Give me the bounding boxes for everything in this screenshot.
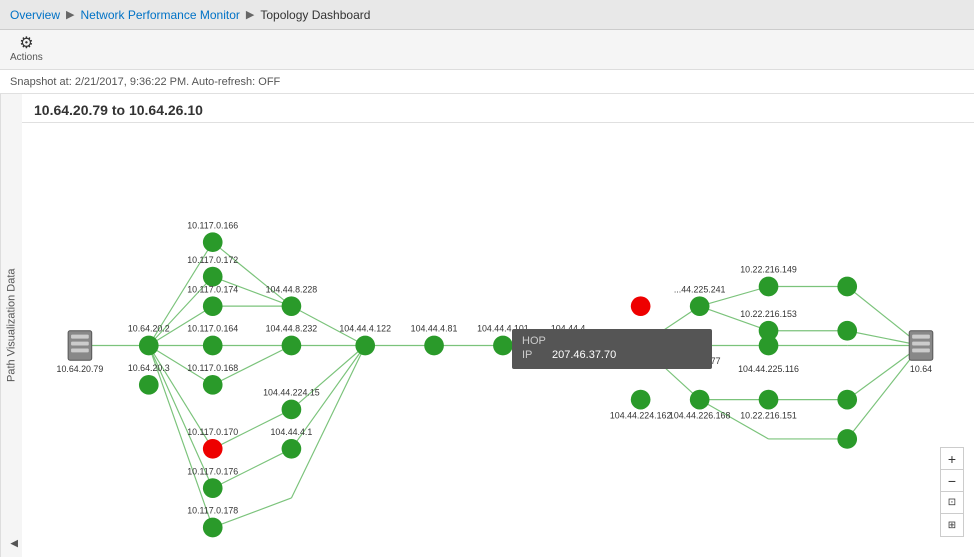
node-104426168[interactable] (690, 390, 710, 410)
breadcrumb-npm[interactable]: Network Performance Monitor (80, 8, 239, 22)
node-10444422415[interactable] (282, 400, 302, 420)
node-10444481[interactable] (424, 336, 444, 356)
svg-text:10.117.0.178: 10.117.0.178 (187, 506, 238, 516)
node-104225116[interactable] (759, 336, 779, 356)
svg-text:10.117.0.168: 10.117.0.168 (187, 363, 238, 373)
node-1064203[interactable] (139, 375, 159, 395)
svg-text:10.117.0.164: 10.117.0.164 (187, 324, 238, 334)
node-10117176[interactable] (203, 478, 223, 498)
actions-label: Actions (10, 52, 43, 63)
sidebar-arrow: ▶ (10, 538, 18, 549)
svg-text:10.64.20.3: 10.64.20.3 (128, 363, 170, 373)
node-1044441[interactable] (282, 439, 302, 459)
svg-text:104.44.4.122: 104.44.4.122 (339, 324, 391, 334)
breadcrumb-sep-1: ▶ (66, 8, 74, 21)
node-1044638[interactable] (690, 336, 710, 356)
svg-text:104.44.4...: 104.44.4... (551, 324, 593, 334)
node-10444[interactable] (562, 336, 582, 356)
actions-icon: ⚙ (19, 36, 33, 52)
node-10117164[interactable] (203, 336, 223, 356)
zoom-fit-button[interactable]: ⊞ (941, 514, 963, 536)
actions-button[interactable]: ⚙ Actions (10, 36, 43, 63)
node-tooltip-target[interactable] (631, 336, 651, 356)
svg-text:104.44.226.168: 104.44.226.168 (669, 410, 731, 420)
node-10117170-red[interactable] (203, 439, 223, 459)
node-104444122[interactable] (355, 336, 375, 356)
node-104444101[interactable] (493, 336, 513, 356)
toolbar: ⚙ Actions (0, 30, 974, 70)
node-far3[interactable] (837, 390, 857, 410)
node-far1[interactable] (837, 277, 857, 297)
svg-text:104.44.8.228: 104.44.8.228 (266, 284, 318, 294)
node-104448228[interactable] (282, 296, 302, 316)
node-10117174[interactable] (203, 296, 223, 316)
svg-text:104.44.4.81: 104.44.4.81 (411, 324, 458, 334)
svg-text:104.44.8.232: 104.44.8.232 (266, 324, 318, 334)
svg-text:104.44.224.15: 104.44.224.15 (263, 388, 320, 398)
svg-text:10.22.216.151: 10.22.216.151 (740, 410, 797, 420)
panel-title: 10.64.20.79 to 10.64.26.10 (22, 94, 974, 123)
topology-panel: 10.64.20.79 to 10.64.26.10 (22, 94, 974, 557)
node-red-right[interactable] (631, 296, 651, 316)
main-content: ▶ Path Visualization Data 10.64.20.79 to… (0, 94, 974, 557)
breadcrumb-bar: Overview ▶ Network Performance Monitor ▶… (0, 0, 974, 30)
node-104448232[interactable] (282, 336, 302, 356)
svg-text:104.44.4.101: 104.44.4.101 (477, 324, 529, 334)
node-1064202[interactable] (139, 336, 159, 356)
node-1022216151[interactable] (759, 390, 779, 410)
graph-area[interactable]: 10.64.20.79 10.117.0.166 10.117.0.172 10… (22, 134, 974, 557)
svg-text:10.117.0.174: 10.117.0.174 (187, 284, 238, 294)
svg-text:10.117.0.166: 10.117.0.166 (187, 220, 238, 230)
node-end[interactable]: 10.64 (909, 331, 933, 374)
svg-text:...44.225.241: ...44.225.241 (674, 284, 726, 294)
snapshot-bar: Snapshot at: 2/21/2017, 9:36:22 PM. Auto… (0, 70, 974, 94)
snapshot-text: Snapshot at: 2/21/2017, 9:36:22 PM. Auto… (10, 76, 280, 88)
svg-text:10.22.216.149: 10.22.216.149 (740, 265, 797, 275)
svg-text:10.64: 10.64 (910, 364, 932, 374)
svg-text:10.64.20.2: 10.64.20.2 (128, 324, 170, 334)
node-104225241[interactable] (690, 296, 710, 316)
svg-text:10.117.0.170: 10.117.0.170 (187, 427, 238, 437)
zoom-reset-button[interactable]: ⊡ (941, 492, 963, 514)
svg-text:10.22.216.153: 10.22.216.153 (740, 309, 797, 319)
svg-text:104.44.225.116: 104.44.225.116 (738, 364, 799, 374)
breadcrumb-current: Topology Dashboard (260, 8, 370, 22)
svg-text:104.44.4.1: 104.44.4.1 (271, 427, 313, 437)
node-far2[interactable] (837, 321, 857, 341)
node-10117178[interactable] (203, 518, 223, 538)
svg-text:10.117.0.176: 10.117.0.176 (187, 466, 238, 476)
zoom-in-button[interactable]: + (941, 448, 963, 470)
breadcrumb-overview[interactable]: Overview (10, 8, 60, 22)
svg-text:10.64.20.79: 10.64.20.79 (57, 364, 104, 374)
sidebar-label-text: Path Visualization Data (6, 269, 18, 383)
breadcrumb-sep-2: ▶ (246, 8, 254, 21)
svg-text:10.117.0.172: 10.117.0.172 (187, 255, 238, 265)
node-10117166[interactable] (203, 232, 223, 252)
topology-svg: 10.64.20.79 10.117.0.166 10.117.0.172 10… (22, 134, 974, 557)
svg-text:104.44.224.162: 104.44.224.162 (610, 410, 672, 420)
node-104442162[interactable] (631, 390, 651, 410)
node-10117168[interactable] (203, 375, 223, 395)
zoom-out-button[interactable]: − (941, 470, 963, 492)
path-visualization-sidebar[interactable]: ▶ Path Visualization Data (0, 94, 22, 557)
zoom-controls: + − ⊡ ⊞ (940, 447, 964, 537)
node-start[interactable]: 10.64.20.79 (57, 331, 104, 374)
svg-text:...46.38.77: ...46.38.77 (679, 356, 721, 366)
node-far4[interactable] (837, 429, 857, 449)
node-1022216149[interactable] (759, 277, 779, 297)
